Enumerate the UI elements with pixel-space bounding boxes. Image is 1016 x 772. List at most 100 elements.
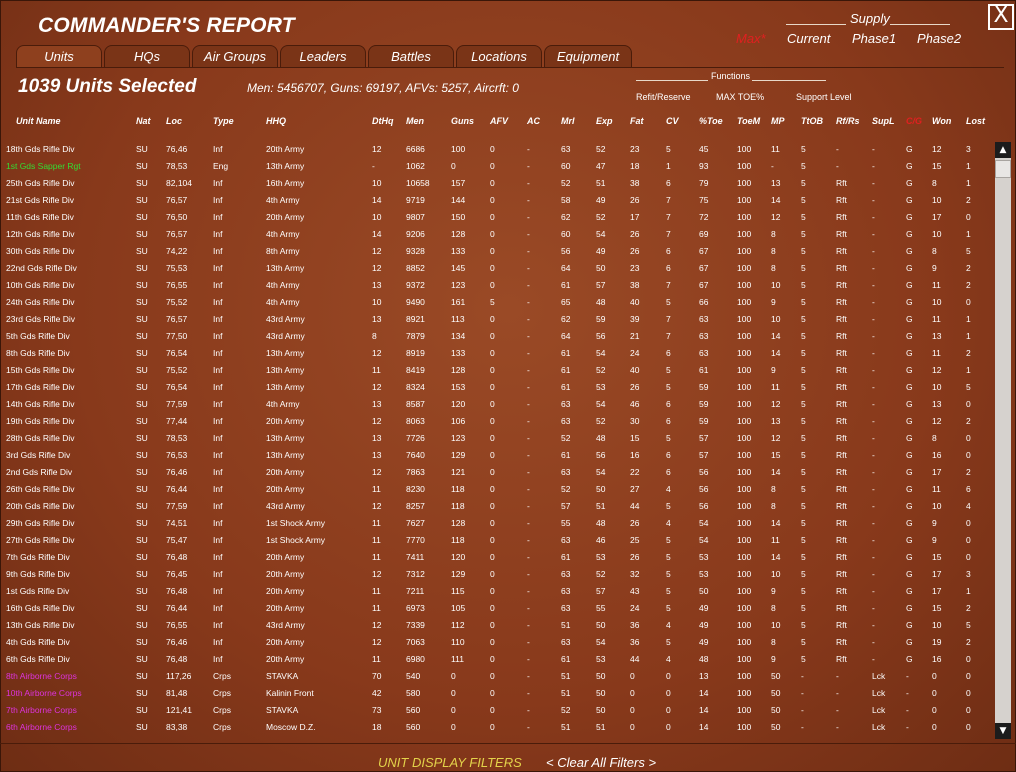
table-row[interactable]: 14th Gds Rifle Div SU 77,59 Inf 4th Army 13 85…	[0, 395, 990, 412]
column-header-mp[interactable]: MP	[771, 116, 785, 126]
table-row[interactable]: 1st Gds Sapper Rgt SU 78,53 Eng 13th Army -10…	[0, 157, 990, 174]
table-row[interactable]: 5th Gds Rifle Div SU 77,50 Inf 43rd Army 8 787…	[0, 327, 990, 344]
table-row[interactable]: 4th Gds Rifle Div SU 76,46 Inf 20th Army 12 70…	[0, 633, 990, 650]
table-row[interactable]: 2nd Gds Rifle Div SU 76,46 Inf 20th Army 12 78…	[0, 463, 990, 480]
table-row[interactable]: 25th Gds Rifle Div SU 82,104 Inf 16th Army 10…	[0, 174, 990, 191]
column-header-fat[interactable]: Fat	[630, 116, 644, 126]
supply-option-phase1[interactable]: Phase1	[852, 31, 896, 46]
column-header-supl[interactable]: SupL	[872, 116, 895, 126]
column-header-won[interactable]: Won	[932, 116, 951, 126]
cell-exp: 49	[596, 246, 606, 256]
supply-option-current[interactable]: Current	[787, 31, 830, 46]
cell-lost: 1	[966, 586, 971, 596]
cell-cg: -	[906, 688, 909, 698]
table-row[interactable]: 22nd Gds Rifle Div SU 75,53 Inf 13th Army 12 8…	[0, 259, 990, 276]
cell-cv: 7	[666, 314, 671, 324]
tab-hqs[interactable]: HQs	[104, 45, 190, 67]
cell-men: 9206	[406, 229, 425, 239]
function-refit-reserve[interactable]: Refit/Reserve	[636, 92, 691, 102]
table-row[interactable]: 10th Gds Rifle Div SU 76,55 Inf 4th Army 13 93…	[0, 276, 990, 293]
table-row[interactable]: 17th Gds Rifle Div SU 76,54 Inf 13th Army 12 8…	[0, 378, 990, 395]
cell-fat: 17	[630, 212, 640, 222]
cell-mrl: 62	[561, 314, 571, 324]
column-header-ttob[interactable]: TtOB	[801, 116, 823, 126]
tab-units[interactable]: Units	[16, 45, 102, 67]
table-row[interactable]: 24th Gds Rifle Div SU 75,52 Inf 4th Army 10 94…	[0, 293, 990, 310]
table-row[interactable]: 9th Gds Rifle Div SU 76,45 Inf 20th Army 12 73…	[0, 565, 990, 582]
table-row[interactable]: 12th Gds Rifle Div SU 76,57 Inf 4th Army 14 92…	[0, 225, 990, 242]
column-header-cg[interactable]: C/G	[906, 116, 922, 126]
column-header-guns[interactable]: Guns	[451, 116, 474, 126]
supply-divider-left	[786, 24, 846, 25]
column-header-exp[interactable]: Exp	[596, 116, 613, 126]
cell-guns: 129	[451, 569, 466, 579]
cell-ac: -	[527, 399, 530, 409]
table-row[interactable]: 7th Airborne Corps SU 121,41 Crps STAVKA 73 56…	[0, 701, 990, 718]
cell-men: 7770	[406, 535, 425, 545]
table-row[interactable]: 27th Gds Rifle Div SU 75,47 Inf 1st Shock Ar…	[0, 531, 990, 548]
column-header-toem[interactable]: ToeM	[737, 116, 760, 126]
table-row[interactable]: 16th Gds Rifle Div SU 76,44 Inf 20th Army 11 6…	[0, 599, 990, 616]
column-header-nat[interactable]: Nat	[136, 116, 151, 126]
column-header-cv[interactable]: CV	[666, 116, 679, 126]
table-row[interactable]: 18th Gds Rifle Div SU 76,46 Inf 20th Army 12 6…	[0, 140, 990, 157]
table-row[interactable]: 3rd Gds Rifle Div SU 76,53 Inf 13th Army 13 76…	[0, 446, 990, 463]
tab-equipment[interactable]: Equipment	[544, 45, 632, 67]
column-header-mrl[interactable]: Mrl	[561, 116, 575, 126]
tab-air-groups[interactable]: Air Groups	[192, 45, 278, 67]
table-row[interactable]: 30th Gds Rifle Div SU 74,22 Inf 8th Army 12 93…	[0, 242, 990, 259]
scroll-up-arrow-icon[interactable]: ▲	[995, 142, 1011, 158]
table-row[interactable]: 21st Gds Rifle Div SU 76,57 Inf 4th Army 14 97…	[0, 191, 990, 208]
clear-all-filters-button[interactable]: < Clear All Filters >	[546, 755, 656, 770]
close-button[interactable]: X	[988, 4, 1014, 30]
cell-mp: 9	[771, 297, 776, 307]
table-row[interactable]: 23rd Gds Rifle Div SU 76,57 Inf 43rd Army 13 8…	[0, 310, 990, 327]
cell-ttob: -	[801, 671, 804, 681]
table-row[interactable]: 6th Gds Rifle Div SU 76,48 Inf 20th Army 11 69…	[0, 650, 990, 667]
cell-loc: 77,44	[166, 416, 188, 426]
function-max-toe[interactable]: MAX TOE%	[716, 92, 764, 102]
cell-mrl: 52	[561, 178, 571, 188]
table-row[interactable]: 20th Gds Rifle Div SU 77,59 Inf 43rd Army 12 8…	[0, 497, 990, 514]
column-header-hhq[interactable]: HHQ	[266, 116, 286, 126]
tab-locations[interactable]: Locations	[456, 45, 542, 67]
table-row[interactable]: 26th Gds Rifle Div SU 76,44 Inf 20th Army 11 8…	[0, 480, 990, 497]
table-scrollbar[interactable]: ▲ ▼	[995, 142, 1011, 739]
cell-ttob: 5	[801, 229, 806, 239]
column-header-lost[interactable]: Lost	[966, 116, 985, 126]
table-row[interactable]: 29th Gds Rifle Div SU 74,51 Inf 1st Shock Ar…	[0, 514, 990, 531]
supply-option-phase2[interactable]: Phase2	[917, 31, 961, 46]
column-header-pct-toe[interactable]: %Toe	[699, 116, 723, 126]
table-row[interactable]: 10th Airborne Corps SU 81,48 Crps Kalinin Fr…	[0, 684, 990, 701]
column-header-rf-rs[interactable]: Rf/Rs	[836, 116, 860, 126]
table-row[interactable]: 15th Gds Rifle Div SU 75,52 Inf 13th Army 11 8…	[0, 361, 990, 378]
table-row[interactable]: 28th Gds Rifle Div SU 78,53 Inf 13th Army 13 7…	[0, 429, 990, 446]
table-row[interactable]: 6th Airborne Corps SU 83,38 Crps Moscow D.Z.…	[0, 718, 990, 735]
tab-leaders[interactable]: Leaders	[280, 45, 366, 67]
table-row[interactable]: 13th Gds Rifle Div SU 76,55 Inf 43rd Army 12 7…	[0, 616, 990, 633]
tab-battles[interactable]: Battles	[368, 45, 454, 67]
scroll-down-arrow-icon[interactable]: ▼	[995, 723, 1011, 739]
column-header-men[interactable]: Men	[406, 116, 424, 126]
unit-display-filters-button[interactable]: UNIT DISPLAY FILTERS	[378, 755, 522, 770]
supply-option-max[interactable]: Max*	[736, 31, 766, 46]
column-header-ac[interactable]: AC	[527, 116, 540, 126]
table-row[interactable]: 19th Gds Rifle Div SU 77,44 Inf 20th Army 12 8…	[0, 412, 990, 429]
cell-unit-name: 30th Gds Rifle Div	[6, 246, 75, 256]
scroll-thumb[interactable]	[995, 160, 1011, 178]
table-row[interactable]: 11th Gds Rifle Div SU 76,50 Inf 20th Army 10 9…	[0, 208, 990, 225]
function-support-level[interactable]: Support Level	[796, 92, 852, 102]
table-row[interactable]: 1st Gds Rifle Div SU 76,48 Inf 20th Army 11 72…	[0, 582, 990, 599]
table-row[interactable]: 7th Gds Rifle Div SU 76,48 Inf 20th Army 11 74…	[0, 548, 990, 565]
column-header-type[interactable]: Type	[213, 116, 234, 126]
cell-guns: 157	[451, 178, 466, 188]
cell-exp: 57	[596, 280, 606, 290]
table-row[interactable]: 8th Gds Rifle Div SU 76,54 Inf 13th Army 12 89…	[0, 344, 990, 361]
column-header-afv[interactable]: AFV	[490, 116, 508, 126]
cell-mp: 13	[771, 178, 781, 188]
table-row[interactable]: 8th Airborne Corps SU 117,26 Crps STAVKA 70 54…	[0, 667, 990, 684]
column-header-unit-name[interactable]: Unit Name	[16, 116, 61, 126]
column-header-loc[interactable]: Loc	[166, 116, 182, 126]
column-header-dthq[interactable]: DtHq	[372, 116, 394, 126]
cell-guns: 121	[451, 467, 466, 477]
